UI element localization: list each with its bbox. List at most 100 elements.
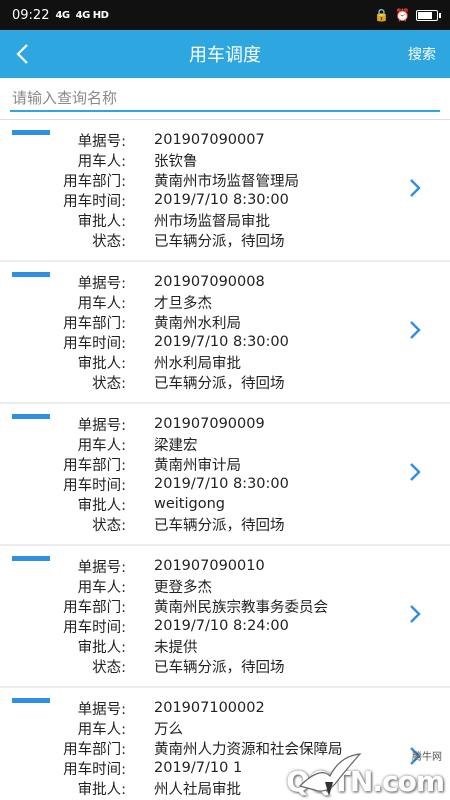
chevron-right-icon [410,321,421,339]
field-label: 状态: [92,375,126,392]
status-left: 09:22 4G 4G HD [12,7,109,23]
field-label: 审批人: [77,639,126,656]
field-row-approver: 审批人: 州水利局审批 [0,352,390,372]
field-value: 已车辆分派，待回场 [154,233,285,250]
list-item[interactable]: 单据号: 201907090008 用车人: 才旦多杰 用车部门: 黄南州水利局 用车时间:… [0,262,450,404]
status-bar: 09:22 4G 4G HD 🔒 ⏰ [0,0,450,30]
field-row-department: 用车部门: 黄南州审计局 [0,454,390,474]
field-row-user: 用车人: 更登多杰 [0,576,390,596]
search-bar [0,78,450,120]
field-label: 状态: [92,659,126,676]
field-label: 审批人: [77,213,126,230]
list-item[interactable]: 单据号: 201907090009 用车人: 梁建宏用车部门: 黄南州审计局用车时间: 2… [0,404,450,546]
lock-icon: 🔒 [374,8,390,22]
field-value: 2019/7/10 8:30:00 [154,476,289,492]
battery-fill [418,11,432,19]
record-list: 单据号: 201907090007 用车人: 张钦鲁 用车部门: 黄南州市场监督管理局 用车… [0,120,450,800]
field-value: 已车辆分派，待回场 [154,517,285,534]
field-row-bill-no: 单据号: 201907090007 [0,130,390,150]
field-row-department: 用车部门: 黄南州市场监督管理局 [0,170,390,190]
field-label: 单据号: [77,701,126,718]
field-row-bill-no: 单据号: 201907100002 [0,698,390,718]
field-label: 用车部门: [63,457,126,474]
field-value: 2019/7/10 1 [154,760,243,776]
field-label: 用车部门: [63,599,126,616]
field-value: 黄南州市场监督管理局 [154,173,299,190]
field-row-status: 状态: 已车辆分派，待回场 [0,230,390,250]
field-row-user: 用车人: 张钦鲁 [0,150,390,170]
field-value: 黄南州民族宗教事务委员会 [154,599,328,616]
field-value: 万么 [154,721,183,738]
field-value: 2019/7/10 8:30:00 [154,192,289,208]
field-label: 用车人: [77,295,126,312]
field-label: 单据号: [77,559,126,576]
chevron-right-icon [410,463,421,481]
item-fields: 单据号: 201907090007 用车人: 张钦鲁 用车部门: 黄南州市场监督管理局 用车… [0,130,390,250]
field-label: 状态: [92,517,126,534]
field-row-department: 用车部门: 黄南州水利局 [0,312,390,332]
field-label: 用车时间: [63,477,126,494]
field-label: 用车人: [77,437,126,454]
field-row-status: 状态: 已车辆分派，待回场 [0,656,390,676]
field-value: 201907090007 [154,132,265,148]
field-row-status: 状态: 已车辆分派，待回场 [0,372,390,392]
watermark-small: 腾牛网 [412,752,442,763]
field-label: 用车时间: [63,335,126,352]
list-item[interactable]: 单据号: 201907090007 用车人: 张钦鲁 用车部门: 黄南州市场监督管理局 用车… [0,120,450,262]
field-label: 单据号: [77,275,126,292]
field-value: 张钦鲁 [154,153,198,170]
field-value: 未提供 [154,639,198,656]
field-value: 2019/7/10 8:30:00 [154,334,289,350]
field-row-bill-no: 单据号: 201907090008 [0,272,390,292]
field-label: 用车时间: [63,193,126,210]
clock: 09:22 [12,7,50,23]
field-value: 201907090010 [154,558,265,574]
field-row-status: 状态: 已车辆分派，待回场 [0,514,390,534]
field-label: 用车人: [77,721,126,738]
field-value: 黄南州审计局 [154,457,241,474]
field-value: 已车辆分派，待回场 [154,375,285,392]
item-fields: 单据号: 201907090008 用车人: 才旦多杰 用车部门: 黄南州水利局 用车时间:… [0,272,390,392]
item-fields: 单据号: 201907090009 用车人: 梁建宏用车部门: 黄南州审计局用车时间: 2… [0,414,390,534]
field-row-department: 用车部门: 黄南州民族宗教事务委员会 [0,596,390,616]
field-label: 审批人: [77,781,126,798]
field-value: 黄南州水利局 [154,315,241,332]
field-row-user: 用车人: 梁建宏 [0,434,390,454]
bird-logo-icon [298,753,362,796]
field-label: 用车人: [77,153,126,170]
field-label: 用车部门: [63,315,126,332]
app-bar: 用车调度 搜索 [0,30,450,78]
chevron-right-icon [410,179,421,197]
battery-icon [416,9,441,21]
field-value: 201907100002 [154,700,265,716]
field-row-approver: 审批人: weitigong [0,494,390,514]
field-row-time: 用车时间: 2019/7/10 8:24:00 [0,616,390,636]
field-row-time: 用车时间: 2019/7/10 8:30:00 [0,474,390,494]
field-label: 用车时间: [63,761,126,778]
status-right: 🔒 ⏰ [374,8,441,22]
field-row-time: 用车时间: 2019/7/10 8:30:00 [0,332,390,352]
signal-icon-2: 4G HD [75,9,109,21]
item-fields: 单据号: 201907090010 用车人: 更登多杰用车部门: 黄南州民族宗教事务委员… [0,556,390,676]
field-label: 审批人: [77,355,126,372]
field-value: 更登多杰 [154,579,212,596]
field-value: 州市场监督局审批 [154,213,270,230]
field-row-bill-no: 单据号: 201907090009 [0,414,390,434]
back-button[interactable] [14,39,44,69]
field-row-approver: 审批人: 州市场监督局审批 [0,210,390,230]
signal-icon-1: 4G [55,9,70,21]
field-row-approver: 审批人: 未提供 [0,636,390,656]
field-value: weitigong [154,496,225,512]
field-label: 单据号: [77,133,126,150]
chevron-left-icon [16,44,28,64]
search-input[interactable] [10,86,440,112]
list-item[interactable]: 单据号: 201907090010 用车人: 更登多杰用车部门: 黄南州民族宗教事务委员… [0,546,450,688]
field-value: 州人社局审批 [154,781,241,798]
field-label: 用车时间: [63,619,126,636]
field-label: 状态: [92,233,126,250]
chevron-right-icon [410,605,421,623]
search-button[interactable]: 搜索 [408,44,436,64]
field-label: 用车人: [77,579,126,596]
field-value: 梁建宏 [154,437,198,454]
watermark: 腾牛网 QQTN.com [255,746,450,800]
